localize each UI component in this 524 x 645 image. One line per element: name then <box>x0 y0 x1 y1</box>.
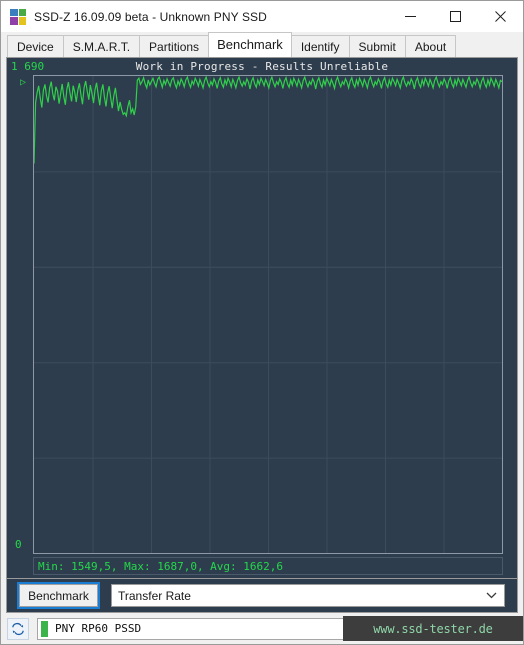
chart-header: 1 690 Work in Progress - Results Unrelia… <box>7 60 517 75</box>
window-title: SSD-Z 16.09.09 beta - Unknown PNY SSD <box>34 9 267 24</box>
drive-name-text: PNY RP60 PSSD <box>55 622 142 635</box>
benchmark-mode-select[interactable]: Transfer Rate <box>111 584 505 607</box>
app-window: SSD-Z 16.09.09 beta - Unknown PNY SSD De… <box>0 0 524 645</box>
benchmark-mode-value: Transfer Rate <box>118 588 191 603</box>
refresh-icon[interactable] <box>7 617 29 640</box>
tab-benchmark[interactable]: Benchmark <box>208 32 292 57</box>
plot-canvas <box>34 76 502 553</box>
tab-submit[interactable]: Submit <box>348 35 406 57</box>
tab-device[interactable]: Device <box>7 35 64 57</box>
drive-activity-indicator <box>41 620 48 637</box>
stats-text: Min: 1549,5, Max: 1687,0, Avg: 1662,6 <box>38 559 284 573</box>
tab-smart[interactable]: S.M.A.R.T. <box>62 35 141 57</box>
transfer-rate-plot[interactable] <box>33 75 503 554</box>
chart-scale-min-label: 0 <box>15 538 22 551</box>
minimize-button[interactable] <box>388 1 433 32</box>
status-bar: PNY RP60 PSSD Quit www.ssd-tester.de <box>1 613 523 644</box>
close-button[interactable] <box>478 1 523 32</box>
maximize-button[interactable] <box>433 1 478 32</box>
grid-lines <box>34 76 502 553</box>
chart-warning-title: Work in Progress - Results Unreliable <box>135 60 389 73</box>
quit-button[interactable]: Quit <box>461 617 517 640</box>
chevron-down-icon <box>486 585 497 606</box>
selected-drive-field[interactable]: PNY RP60 PSSD <box>37 617 455 640</box>
tab-identify[interactable]: Identify <box>290 35 350 57</box>
benchmark-controls: Benchmark Transfer Rate <box>6 579 518 613</box>
benchmark-run-button[interactable]: Benchmark <box>17 582 100 609</box>
tab-partitions[interactable]: Partitions <box>139 35 210 57</box>
benchmark-panel: 1 690 Work in Progress - Results Unrelia… <box>6 57 518 579</box>
tab-strip: Device S.M.A.R.T. Partitions Benchmark I… <box>1 32 523 57</box>
chart-area: ▷ 0 Min: 1549,5, Max: 1687,0, Avg: 1662,… <box>7 75 510 578</box>
stats-box: Min: 1549,5, Max: 1687,0, Avg: 1662,6 <box>33 557 503 575</box>
title-bar: SSD-Z 16.09.09 beta - Unknown PNY SSD <box>1 1 523 32</box>
app-logo-icon <box>10 8 26 25</box>
play-marker-icon: ▷ <box>20 77 27 88</box>
tab-about[interactable]: About <box>404 35 457 57</box>
window-controls <box>388 1 523 32</box>
